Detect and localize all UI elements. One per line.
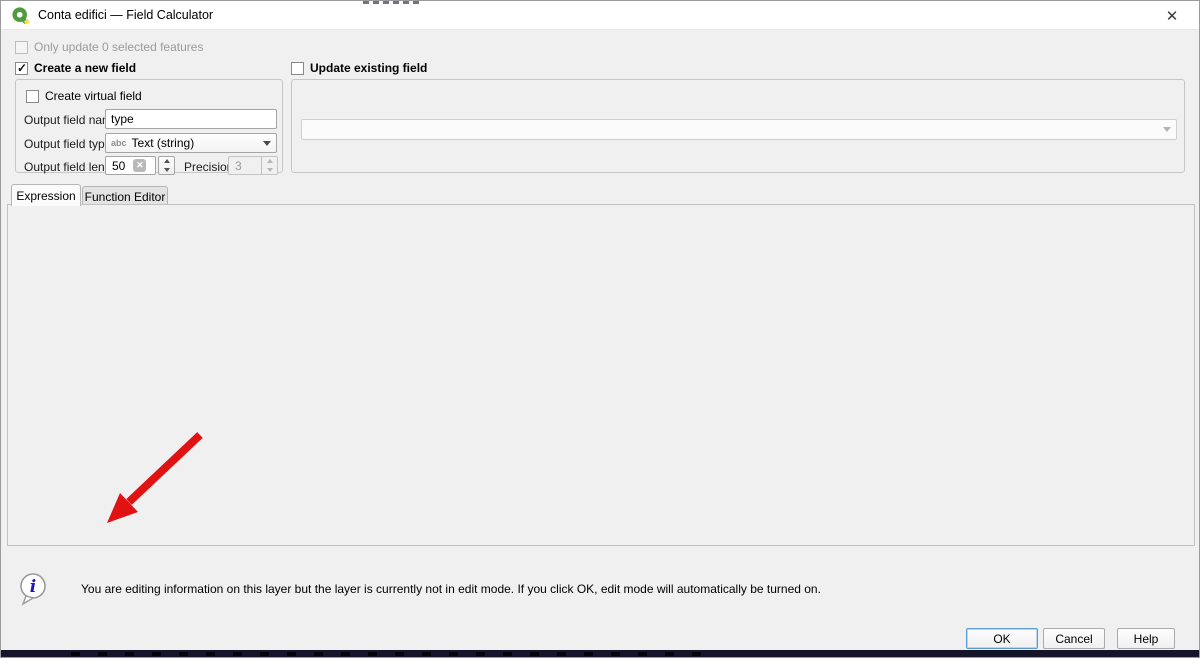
only-update-label: Only update 0 selected features: [34, 40, 203, 54]
update-existing-field-label: Update existing field: [310, 61, 427, 75]
update-existing-groupbox: [291, 79, 1185, 173]
qgis-logo-icon: [11, 6, 30, 25]
existing-field-combobox: [301, 119, 1177, 140]
only-update-checkbox: Only update 0 selected features: [15, 40, 203, 54]
precision-spinbox: 3: [228, 156, 278, 175]
output-field-length-value: 50: [106, 159, 125, 173]
output-field-length-spinbox[interactable]: 50 ✕: [105, 156, 156, 175]
clear-value-icon[interactable]: ✕: [133, 159, 146, 172]
screen-artifact: [363, 1, 421, 4]
ok-button[interactable]: OK: [966, 628, 1038, 649]
output-field-name-input[interactable]: type: [105, 109, 277, 129]
edit-mode-message: You are editing information on this laye…: [81, 582, 821, 596]
output-field-type-label: Output field type: [24, 137, 111, 151]
chevron-down-icon: [1163, 127, 1171, 132]
window-title: Conta edifici — Field Calculator: [38, 8, 213, 22]
title-bar: Conta edifici — Field Calculator ✕: [1, 1, 1199, 30]
output-field-name-value: type: [111, 112, 134, 126]
output-field-type-combobox[interactable]: abc Text (string): [105, 133, 277, 153]
chevron-down-icon: [263, 141, 271, 146]
tab-expression-label: Expression: [16, 189, 75, 203]
tab-function-editor-label: Function Editor: [85, 190, 166, 204]
create-new-field-label: Create a new field: [34, 61, 136, 75]
svg-text:i: i: [30, 577, 36, 597]
tab-function-editor[interactable]: Function Editor: [82, 186, 168, 206]
update-existing-field-checkbox[interactable]: Update existing field: [291, 61, 427, 75]
cancel-button[interactable]: Cancel: [1043, 628, 1105, 649]
field-calculator-dialog: Conta edifici — Field Calculator ✕ Only …: [0, 0, 1200, 658]
new-field-groupbox: Create virtual field Output field name t…: [15, 79, 283, 173]
length-spin-buttons[interactable]: [158, 156, 175, 175]
close-icon[interactable]: ✕: [1159, 4, 1185, 27]
create-virtual-field-label: Create virtual field: [45, 89, 142, 103]
precision-label: Precision: [184, 160, 233, 174]
output-field-type-value: Text (string): [132, 136, 195, 150]
precision-value: 3: [229, 159, 242, 173]
create-virtual-field-checkbox[interactable]: Create virtual field: [26, 89, 142, 103]
info-icon: i: [17, 571, 51, 607]
update-existing-field-checkbox-box[interactable]: [291, 62, 304, 75]
only-update-checkbox-box: [15, 41, 28, 54]
field-type-abc-icon: abc: [111, 138, 127, 148]
create-new-field-checkbox[interactable]: Create a new field: [15, 61, 136, 75]
tab-expression[interactable]: Expression: [11, 184, 81, 206]
help-button[interactable]: Help: [1117, 628, 1175, 649]
create-new-field-checkbox-box[interactable]: [15, 62, 28, 75]
taskbar-edge: [1, 650, 1199, 657]
create-virtual-field-checkbox-box[interactable]: [26, 90, 39, 103]
expression-tab-pane: [7, 204, 1195, 546]
